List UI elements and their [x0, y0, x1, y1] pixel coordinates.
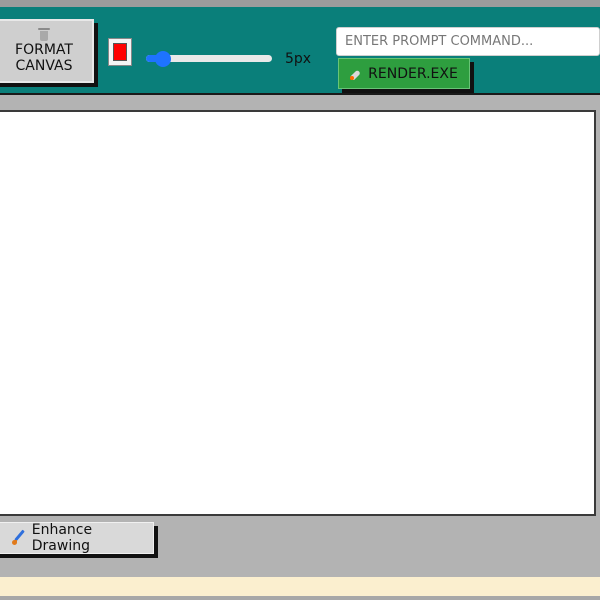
format-canvas-button[interactable]: FORMAT CANVAS: [0, 19, 94, 83]
color-chip: [113, 43, 127, 61]
brush-size-slider[interactable]: [146, 51, 272, 67]
brush-size-label: 5px: [285, 51, 312, 67]
enhance-button-label: Enhance Drawing: [31, 522, 93, 554]
enhance-drawing-button[interactable]: Enhance Drawing: [0, 522, 154, 554]
paintbrush-icon: [11, 529, 27, 546]
prompt-command-input[interactable]: [336, 27, 600, 56]
toolbar: FORMAT CANVAS 5px RENDER.EXE: [0, 7, 600, 95]
drawing-canvas[interactable]: [0, 110, 596, 516]
format-button-line2: CANVAS: [15, 58, 73, 74]
render-button[interactable]: RENDER.EXE: [338, 58, 470, 89]
render-button-label: RENDER.EXE: [368, 65, 458, 82]
bottom-edge: [0, 596, 600, 600]
app-window: FORMAT CANVAS 5px RENDER.EXE Enhance Dra…: [0, 0, 600, 600]
brush-color-picker[interactable]: [108, 38, 132, 66]
trash-icon: [38, 28, 50, 41]
top-strip: [0, 0, 600, 7]
slider-thumb[interactable]: [155, 51, 171, 67]
status-bar: [0, 577, 600, 596]
format-button-line1: FORMAT: [15, 42, 73, 58]
rocket-icon: [350, 68, 362, 80]
